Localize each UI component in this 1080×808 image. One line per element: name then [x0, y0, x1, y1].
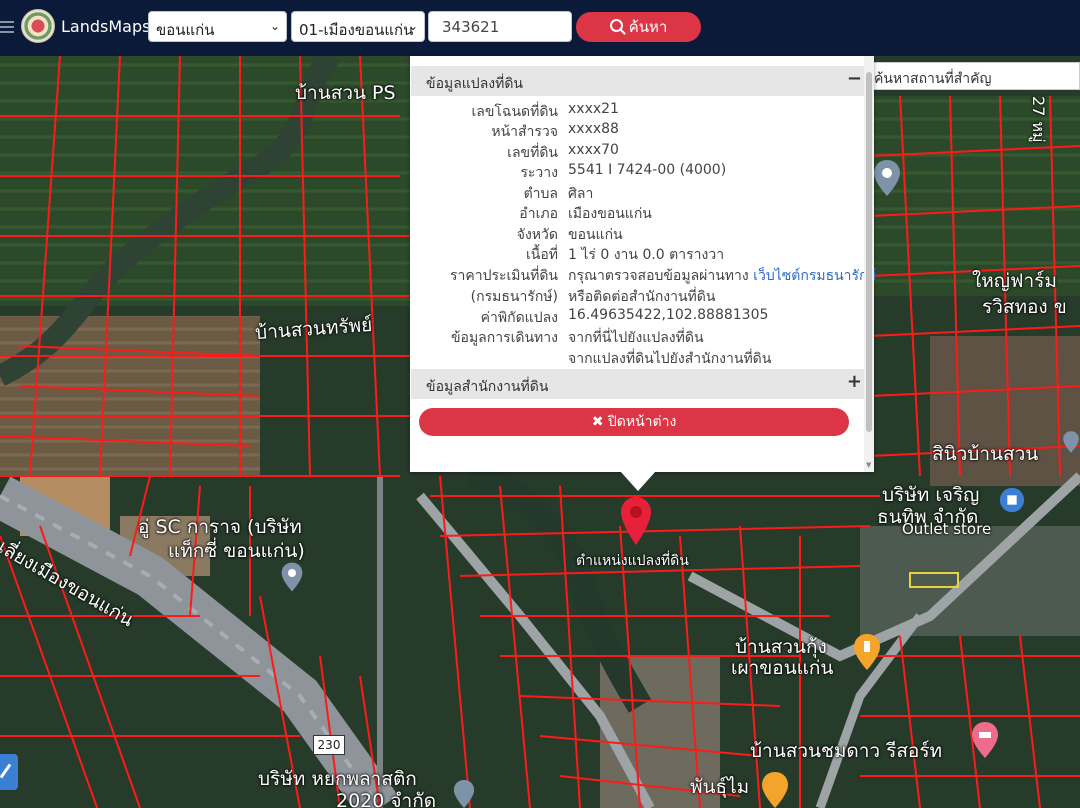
expand-icon[interactable]: + — [847, 371, 862, 392]
scrollbar-thumb[interactable] — [866, 72, 872, 432]
restaurant-pin-icon[interactable] — [852, 634, 882, 670]
brand-name: LandsMaps — [61, 17, 151, 36]
info-value: ศิลา — [568, 186, 594, 202]
info-row-coords: ค่าพิกัดแปลง 16.49635422,102.88881305 — [410, 307, 870, 327]
chevron-down-icon: ⌄ — [269, 19, 280, 33]
info-value: xxxx70 — [568, 142, 619, 158]
map-label: สินิวบ้านสวน — [932, 443, 1039, 465]
info-label: ตำบล — [523, 186, 558, 202]
info-label: ข้อมูลการเดินทาง — [450, 330, 558, 346]
department-logo — [21, 9, 55, 43]
scroll-down-icon[interactable]: ▼ — [866, 461, 871, 469]
info-label: ค่าพิกัดแปลง — [480, 310, 558, 326]
province-select-value: ขอนแก่น — [156, 21, 215, 39]
map-pin-icon[interactable] — [280, 562, 304, 592]
info-row: ตำบล ศิลา — [410, 183, 870, 203]
info-label: อำเภอ — [519, 206, 558, 222]
shopping-pin-icon[interactable] — [998, 486, 1026, 514]
hotel-pin-icon[interactable] — [970, 722, 1000, 758]
parcel-info-popup: ข้อมูลแปลงที่ดิน − เลขโฉนดที่ดิน xxxx21 … — [410, 56, 877, 472]
parcel-location-pin-icon[interactable] — [620, 497, 652, 545]
highway-shield: 230 — [313, 735, 345, 755]
popup-pointer — [620, 471, 656, 491]
map-pin-icon[interactable] — [872, 160, 902, 196]
collapse-icon[interactable]: − — [847, 68, 862, 89]
shop-pin-icon[interactable] — [760, 772, 790, 808]
highlight-box — [909, 572, 959, 588]
map-label: 27 หมู่ — [1029, 96, 1048, 143]
info-value: เมืองขอนแก่น — [568, 206, 652, 222]
info-label: (กรมธนารักษ์) — [470, 289, 558, 305]
search-button[interactable]: ค้นหา — [576, 12, 701, 42]
info-value: กรุณาตรวจสอบข้อมูลผ่านทาง เว็บไซต์กรมธนา… — [568, 265, 877, 287]
office-info-panel-title: ข้อมูลสำนักงานที่ดิน — [426, 379, 549, 395]
info-label: เลขโฉนดที่ดิน — [471, 104, 558, 120]
info-label: เลขที่ดิน — [507, 145, 558, 161]
treasury-website-link[interactable]: เว็บไซต์กรมธนารักษ์ — [753, 268, 877, 284]
parcel-info-panel-title: ข้อมูลแปลงที่ดิน — [426, 76, 524, 92]
info-row: อำเภอ เมืองขอนแก่น — [410, 203, 870, 223]
search-icon — [609, 19, 623, 32]
top-navbar: LandsMaps ขอนแก่น ⌄ 01-เมืองขอนแก่น ⌄ 34… — [0, 0, 1080, 56]
map-pin-icon[interactable] — [452, 780, 476, 808]
info-label: เนื้อที่ — [526, 247, 558, 263]
info-value: xxxx21 — [568, 101, 619, 117]
office-info-panel-header[interactable]: ข้อมูลสำนักงานที่ดิน + — [411, 369, 866, 399]
info-row-travel: ข้อมูลการเดินทาง จากที่นี่ไปยังแปลงที่ดิ… — [410, 327, 870, 347]
province-select[interactable]: ขอนแก่น ⌄ — [148, 11, 287, 42]
coordinates-link[interactable]: 16.49635422,102.88881305 — [568, 307, 768, 323]
info-row: จังหวัด ขอนแก่น — [410, 224, 870, 244]
info-label: หน้าสำรวจ — [491, 124, 558, 140]
info-value: หรือติดต่อสำนักงานที่ดิน — [568, 289, 716, 305]
menu-icon[interactable] — [0, 18, 14, 36]
info-row: เลขที่ดิน xxxx70 — [410, 142, 870, 162]
map-label: รวิสทอง ข — [982, 296, 1067, 318]
info-row: เลขโฉนดที่ดิน xxxx21 — [410, 101, 870, 121]
info-label: จังหวัด — [516, 227, 558, 243]
close-window-button[interactable]: ✖ ปิดหน้าต่าง — [419, 408, 849, 436]
map-label: พันธุ์ไม — [690, 776, 750, 798]
info-row-travel-2: จากแปลงที่ดินไปยังสำนักงานที่ดิน — [410, 348, 870, 368]
chevron-down-icon: ⌄ — [407, 19, 418, 33]
info-value: ขอนแก่น — [568, 227, 623, 243]
info-value: xxxx88 — [568, 121, 619, 137]
district-select-value: 01-เมืองขอนแก่น — [299, 21, 414, 39]
map-pin-icon[interactable] — [1062, 428, 1080, 456]
parcel-info-panel-header[interactable]: ข้อมูลแปลงที่ดิน − — [411, 66, 866, 96]
map-label: เผาขอนแก่น — [731, 657, 834, 679]
map-label: บ้านสวน PS — [295, 82, 396, 104]
info-value: 1 ไร่ 0 งาน 0.0 ตารางวา — [568, 247, 725, 263]
info-label: ราคาประเมินที่ดิน — [449, 268, 558, 284]
draw-tool-button[interactable] — [0, 754, 18, 790]
info-row: หน้าสำรวจ xxxx88 — [410, 121, 870, 141]
map-label: Outlet store — [902, 520, 992, 538]
popup-scrollbar[interactable]: ▼ — [864, 56, 874, 472]
search-button-label: ค้นหา — [628, 18, 668, 36]
info-label: ระวาง — [520, 165, 558, 181]
directions-to-parcel-link[interactable]: จากที่นี่ไปยังแปลงที่ดิน — [568, 327, 704, 349]
info-row: ระวาง 5541 I 7424-00 (4000) — [410, 162, 870, 182]
map-label: บ้านสวนชมดาว รีสอร์ท — [750, 740, 943, 762]
info-row: เนื้อที่ 1 ไร่ 0 งาน 0.0 ตารางวา — [410, 244, 870, 264]
info-row-appraisal-2: (กรมธนารักษ์) หรือติดต่อสำนักงานที่ดิน — [410, 286, 870, 306]
parcel-location-label: ตำแหน่งแปลงที่ดิน — [576, 553, 689, 569]
parcel-number-input[interactable]: 343621 — [428, 11, 572, 42]
close-icon: ✖ — [591, 414, 604, 430]
district-select[interactable]: 01-เมืองขอนแก่น ⌄ — [291, 11, 425, 42]
directions-to-office-link[interactable]: จากแปลงที่ดินไปยังสำนักงานที่ดิน — [568, 348, 771, 370]
appraisal-text: กรุณาตรวจสอบข้อมูลผ่านทาง — [568, 268, 754, 284]
close-window-label: ปิดหน้าต่าง — [607, 414, 677, 430]
landmark-search-input[interactable]: ค้นหาสถานที่สำคัญ — [866, 62, 1080, 90]
info-row-appraisal: ราคาประเมินที่ดิน กรุณาตรวจสอบข้อมูลผ่าน… — [410, 265, 877, 285]
info-value: 5541 I 7424-00 (4000) — [568, 162, 727, 178]
map-label: 2020 จำกัด — [336, 790, 437, 808]
